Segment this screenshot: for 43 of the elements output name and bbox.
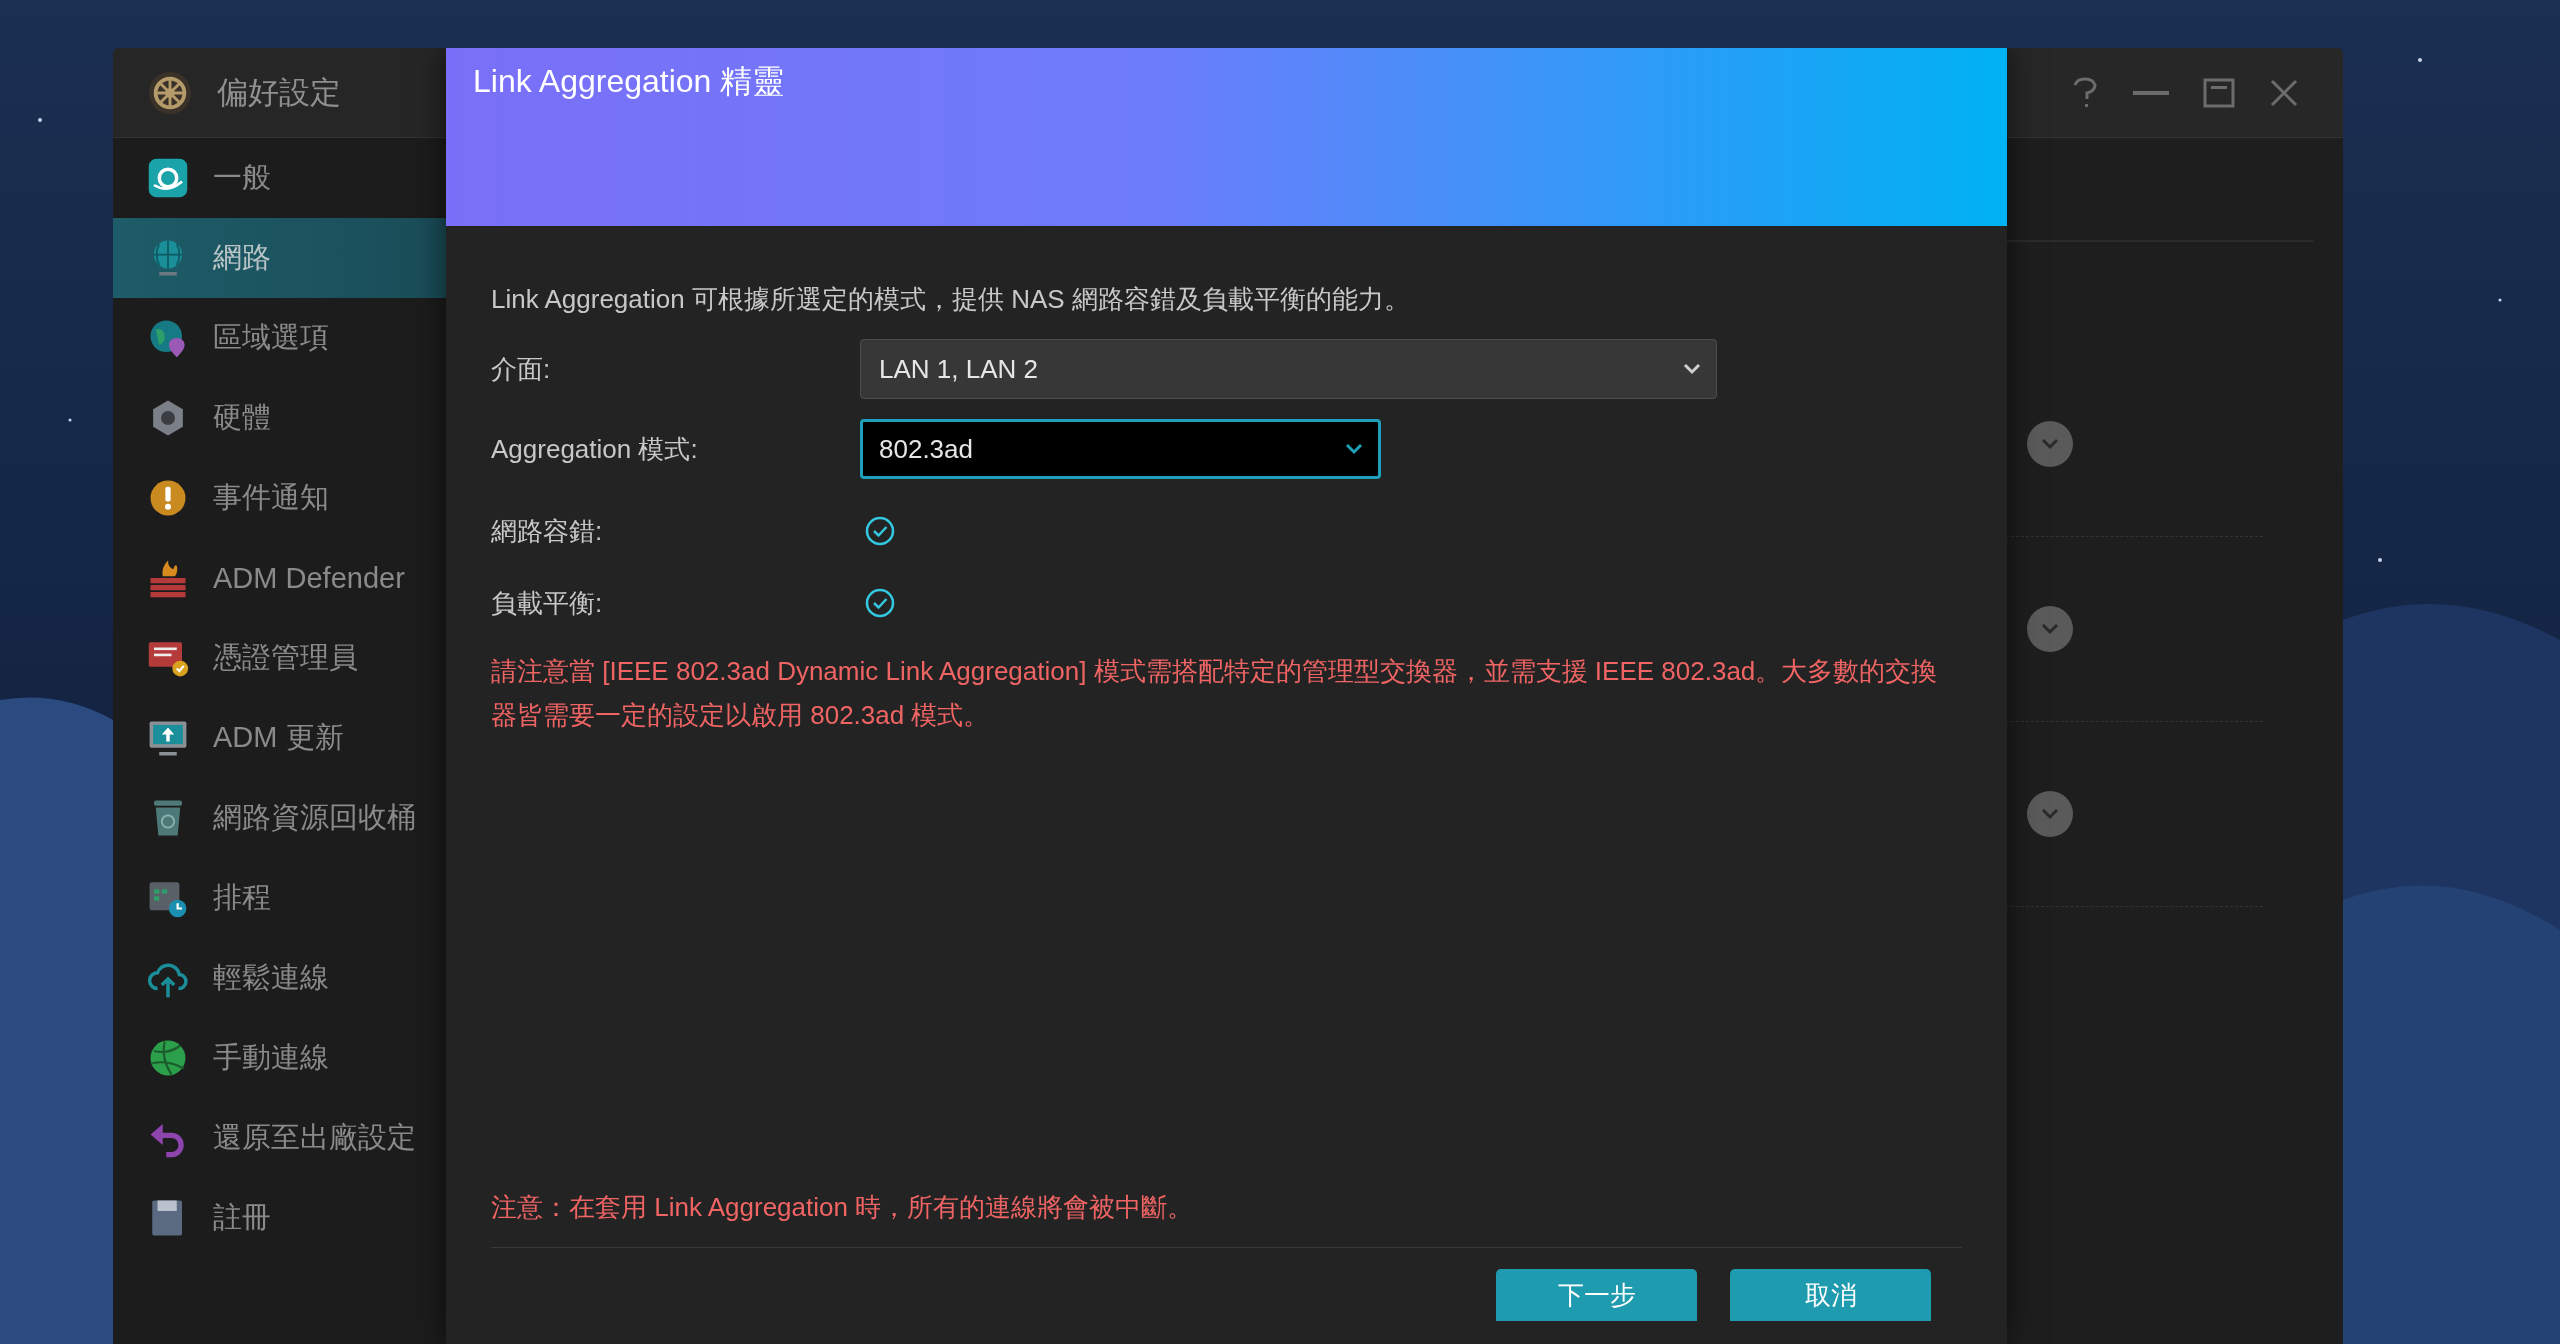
sidebar-item[interactable]: 網路資源回收桶	[113, 778, 446, 858]
dialog-button[interactable]: 下一步	[1496, 1269, 1697, 1321]
field-label: 網路容錯:	[491, 514, 604, 548]
app-icon	[147, 157, 189, 199]
sidebar-item[interactable]: ADM Defender	[113, 538, 446, 618]
sidebar-item[interactable]: ADM 更新	[113, 698, 446, 778]
sidebar-item[interactable]: 硬體	[113, 378, 446, 458]
chevron-down-icon	[1344, 442, 1364, 456]
sidebar-item[interactable]: 還原至出廠設定	[113, 1098, 446, 1178]
chevron-down-icon	[1682, 362, 1702, 376]
description-text: Link Aggregation 可根據所選定的模式，提供 NAS 網路容錯及負載平衡的能力。	[491, 283, 1411, 316]
expand-button[interactable]	[2027, 421, 2073, 467]
field-label: Aggregation 模式:	[491, 432, 699, 466]
chevron-down-icon	[2040, 623, 2060, 635]
sidebar-item[interactable]: 事件通知	[113, 458, 446, 538]
sidebar-item[interactable]: 區域選項	[113, 298, 446, 378]
chevron-down-icon	[2040, 438, 2060, 450]
help-icon[interactable]	[2071, 75, 2099, 110]
expand-button[interactable]	[2027, 791, 2073, 837]
field-label: 負載平衡:	[491, 586, 604, 620]
dropdown-field[interactable]: LAN 1, LAN 2	[860, 339, 1717, 399]
field-label: 介面:	[491, 352, 552, 386]
minimize-icon[interactable]	[2133, 89, 2169, 96]
window-title: 偏好設定	[217, 73, 341, 112]
sidebar-item[interactable]: 排程	[113, 858, 446, 938]
sidebar-item[interactable]: 一般	[113, 138, 446, 218]
check-circle-icon[interactable]	[864, 515, 896, 547]
sidebar-item[interactable]: 網路	[113, 218, 446, 298]
sidebar-item[interactable]: 憑證管理員	[113, 618, 446, 698]
maximize-icon[interactable]	[2203, 77, 2235, 108]
warning-text: 請注意當 [IEEE 802.3ad Dynamic Link Aggregation] 模式需搭配特定的管理型交換器，並需支援 IEEE 802.3ad。大多數的交換器皆需要一定的設定以啟用 802.3ad 模式。	[491, 655, 1939, 732]
note-text: 注意：在套用 Link Aggregation 時，所有的連線將會被中斷。	[491, 1191, 1195, 1224]
check-circle-icon[interactable]	[864, 587, 896, 619]
close-icon[interactable]	[2269, 77, 2299, 108]
sidebar-item[interactable]: 手動連線	[113, 1018, 446, 1098]
sidebar-item[interactable]: 註冊	[113, 1178, 446, 1258]
dropdown-field[interactable]: 802.3ad	[860, 419, 1381, 479]
dialog-button[interactable]: 取消	[1730, 1269, 1931, 1321]
wheel-icon	[147, 69, 193, 116]
expand-button[interactable]	[2027, 606, 2073, 652]
dialog-title: Link Aggregation 精靈	[473, 62, 785, 101]
chevron-down-icon	[2040, 808, 2060, 820]
sidebar-item[interactable]: 輕鬆連線	[113, 938, 446, 1018]
